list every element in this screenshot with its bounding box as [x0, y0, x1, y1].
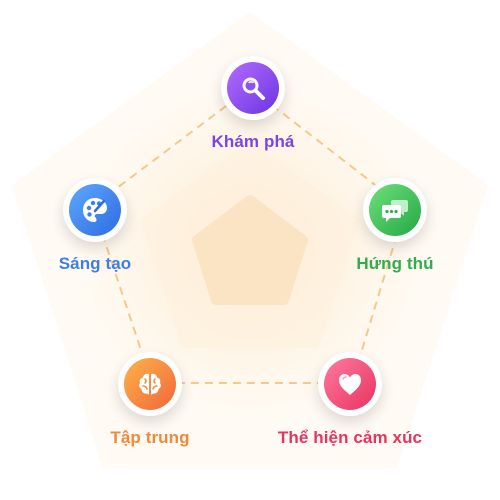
heart-icon [324, 358, 376, 410]
node-circle [221, 56, 285, 120]
paint-palette-icon [69, 184, 121, 236]
node-hung-thu[interactable]: Hứng thú [345, 178, 445, 274]
node-tap-trung[interactable]: Tập trung [100, 352, 200, 448]
chat-bubbles-icon [369, 184, 421, 236]
node-circle [63, 178, 127, 242]
node-circle [118, 352, 182, 416]
node-label: Khám phá [211, 132, 295, 151]
node-the-hien-cam-xuc[interactable]: Thể hiện cảm xúc [260, 352, 440, 448]
node-label: Tập trung [110, 428, 190, 447]
brain-icon [124, 358, 176, 410]
node-sang-tao[interactable]: Sáng tạo [45, 178, 145, 274]
node-label: Sáng tạo [58, 254, 132, 273]
node-label: Thể hiện cảm xúc [277, 428, 423, 447]
node-label: Hứng thú [356, 254, 434, 273]
node-circle [363, 178, 427, 242]
skills-pentagon-diagram: Khám phá Sáng tạo Hứng thú Tập trung Thể… [0, 0, 500, 500]
node-kham-pha[interactable]: Khám phá [203, 56, 303, 152]
node-circle [318, 352, 382, 416]
magnifier-icon [227, 62, 279, 114]
